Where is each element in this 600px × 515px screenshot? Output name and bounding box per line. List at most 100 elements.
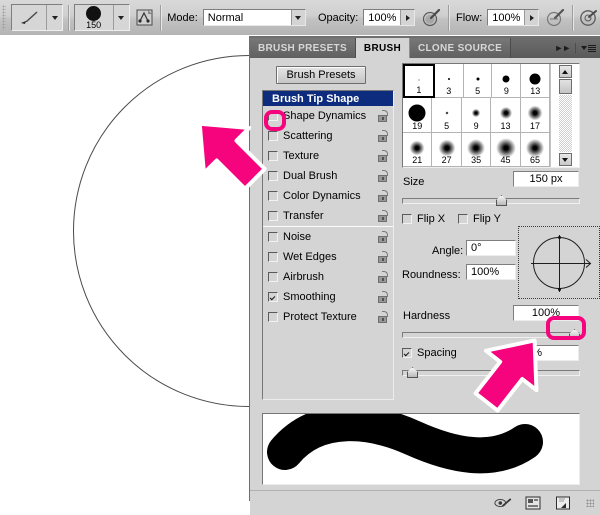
lock-open-icon[interactable]	[378, 230, 389, 243]
lock-open-icon[interactable]	[378, 310, 389, 323]
tool-picker-dropdown[interactable]	[46, 5, 63, 30]
dial-handle-bottom[interactable]	[558, 288, 561, 291]
brush-tip-cell[interactable]: 17	[520, 98, 551, 133]
flip-y-control[interactable]: Flip Y	[458, 213, 501, 225]
lock-open-icon[interactable]	[378, 109, 389, 122]
brush-tip-cell[interactable]: 5	[463, 64, 493, 99]
option-row-airbrush[interactable]: Airbrush	[263, 267, 393, 287]
shape-dynamics-checkbox[interactable]	[268, 111, 278, 121]
airbrush-button[interactable]	[578, 4, 600, 31]
spacing-slider[interactable]	[402, 367, 580, 378]
size-slider[interactable]	[402, 195, 580, 206]
brush-tip-cell[interactable]: 9	[492, 64, 522, 99]
blend-mode-dropdown-arrow[interactable]	[290, 10, 305, 25]
flow-stepper[interactable]	[524, 10, 539, 25]
blend-mode-select[interactable]: Normal	[202, 9, 306, 26]
airbrush-checkbox[interactable]	[268, 272, 278, 282]
option-row-wet-edges[interactable]: Wet Edges	[263, 247, 393, 267]
roundness-input[interactable]: 100%	[466, 264, 516, 280]
flip-y-checkbox[interactable]	[458, 214, 468, 224]
option-row-protect-texture[interactable]: Protect Texture	[263, 307, 393, 327]
flow-input[interactable]: 100%	[487, 9, 540, 26]
option-row-scattering[interactable]: Scattering	[263, 126, 393, 146]
option-row-transfer[interactable]: Transfer	[263, 206, 393, 226]
brush-tip-cell[interactable]: 65	[520, 132, 551, 167]
option-row-color-dynamics[interactable]: Color Dynamics	[263, 186, 393, 206]
toggle-brush-preview-icon[interactable]	[494, 496, 512, 511]
flip-x-control[interactable]: Flip X	[402, 213, 445, 225]
protect-texture-checkbox[interactable]	[268, 312, 278, 322]
brush-tip-shape-header[interactable]: Brush Tip Shape	[263, 91, 393, 106]
brush-tip-cell[interactable]: 21	[403, 132, 433, 167]
scrollbar-track[interactable]	[558, 95, 572, 152]
lock-open-icon[interactable]	[378, 250, 389, 263]
opacity-stepper[interactable]	[400, 10, 415, 25]
brush-tip-cell[interactable]: 45	[491, 132, 521, 167]
spacing-control[interactable]: Spacing	[402, 347, 457, 359]
tool-picker[interactable]	[11, 4, 64, 31]
lock-open-icon[interactable]	[378, 149, 389, 162]
spacing-slider-thumb[interactable]	[407, 367, 418, 378]
smoothing-checkbox[interactable]	[268, 292, 278, 302]
flip-x-checkbox[interactable]	[402, 214, 412, 224]
lock-open-icon[interactable]	[378, 290, 389, 303]
opacity-input[interactable]: 100%	[363, 9, 416, 26]
options-bar-grip[interactable]	[2, 5, 7, 30]
option-row-texture[interactable]: Texture	[263, 146, 393, 166]
brush-preset-picker[interactable]: 150	[73, 4, 130, 31]
option-row-smoothing[interactable]: Smoothing	[263, 287, 393, 307]
lock-open-icon[interactable]	[378, 169, 389, 182]
panel-menu-icon[interactable]	[581, 44, 596, 52]
hardness-input[interactable]: 100%	[513, 305, 579, 321]
tab-clone-source[interactable]: CLONE SOURCE	[409, 38, 512, 58]
lock-open-icon[interactable]	[378, 189, 389, 202]
spacing-checkbox[interactable]	[402, 348, 412, 358]
double-arrow-right-icon[interactable]: ►►	[554, 43, 571, 53]
spacing-value-field[interactable]: 10%	[513, 345, 579, 361]
size-input[interactable]: 150 px	[513, 171, 579, 187]
panel-resize-grip[interactable]	[586, 499, 594, 507]
paintbrush-icon[interactable]	[12, 5, 47, 30]
scattering-checkbox[interactable]	[268, 131, 278, 141]
noise-checkbox[interactable]	[268, 232, 278, 242]
wet-edges-checkbox[interactable]	[268, 252, 278, 262]
brush-tip-cell[interactable]: 3	[434, 64, 464, 99]
scroll-up-arrow-icon[interactable]	[558, 65, 572, 78]
toggle-brush-panel-button[interactable]	[134, 4, 155, 31]
hardness-slider[interactable]	[402, 329, 580, 340]
brush-preset-dropdown[interactable]	[112, 5, 129, 30]
tab-brush-presets[interactable]: BRUSH PRESETS	[250, 38, 356, 58]
dial-handle-top[interactable]	[558, 236, 561, 239]
opacity-pressure-button[interactable]	[421, 4, 443, 31]
dual-brush-checkbox[interactable]	[268, 171, 278, 181]
brush-options-list[interactable]: Brush Tip Shape Shape Dynamics Scatterin…	[262, 90, 394, 400]
angle-roundness-dial[interactable]	[518, 226, 600, 299]
lock-open-icon[interactable]	[378, 129, 389, 142]
texture-checkbox[interactable]	[268, 151, 278, 161]
option-row-dual-brush[interactable]: Dual Brush	[263, 166, 393, 186]
scrollbar-thumb[interactable]	[558, 79, 572, 94]
transfer-checkbox[interactable]	[268, 211, 278, 221]
brush-tip-grid[interactable]: 1 3 5 9 13 19 5 9 13 17 21 27 35 45 65	[402, 63, 580, 168]
size-slider-thumb[interactable]	[496, 195, 507, 206]
brush-preview[interactable]: 150	[74, 5, 113, 30]
brush-tip-cell[interactable]: 27	[432, 132, 462, 167]
hardness-slider-thumb[interactable]	[569, 329, 580, 340]
brush-tip-cell[interactable]: 13	[521, 64, 551, 99]
flow-pressure-button[interactable]	[545, 4, 567, 31]
brush-tip-cell[interactable]: 13	[491, 98, 521, 133]
brush-tip-cell[interactable]: 5	[432, 98, 462, 133]
lock-open-icon[interactable]	[378, 270, 389, 283]
lock-open-icon[interactable]	[378, 209, 389, 222]
scroll-down-arrow-icon[interactable]	[558, 153, 572, 166]
new-brush-preset-icon[interactable]	[524, 496, 542, 511]
option-row-shape-dynamics[interactable]: Shape Dynamics	[263, 106, 393, 126]
tab-brush[interactable]: BRUSH	[355, 38, 410, 58]
brush-tip-cell[interactable]: 9	[461, 98, 492, 133]
brush-tip-cell[interactable]: 1	[403, 64, 435, 99]
option-row-noise[interactable]: Noise	[263, 226, 393, 247]
angle-input[interactable]: 0°	[466, 240, 516, 256]
color-dynamics-checkbox[interactable]	[268, 191, 278, 201]
brush-grid-scrollbar[interactable]	[550, 64, 579, 167]
brush-tip-cell[interactable]: 19	[403, 98, 433, 133]
